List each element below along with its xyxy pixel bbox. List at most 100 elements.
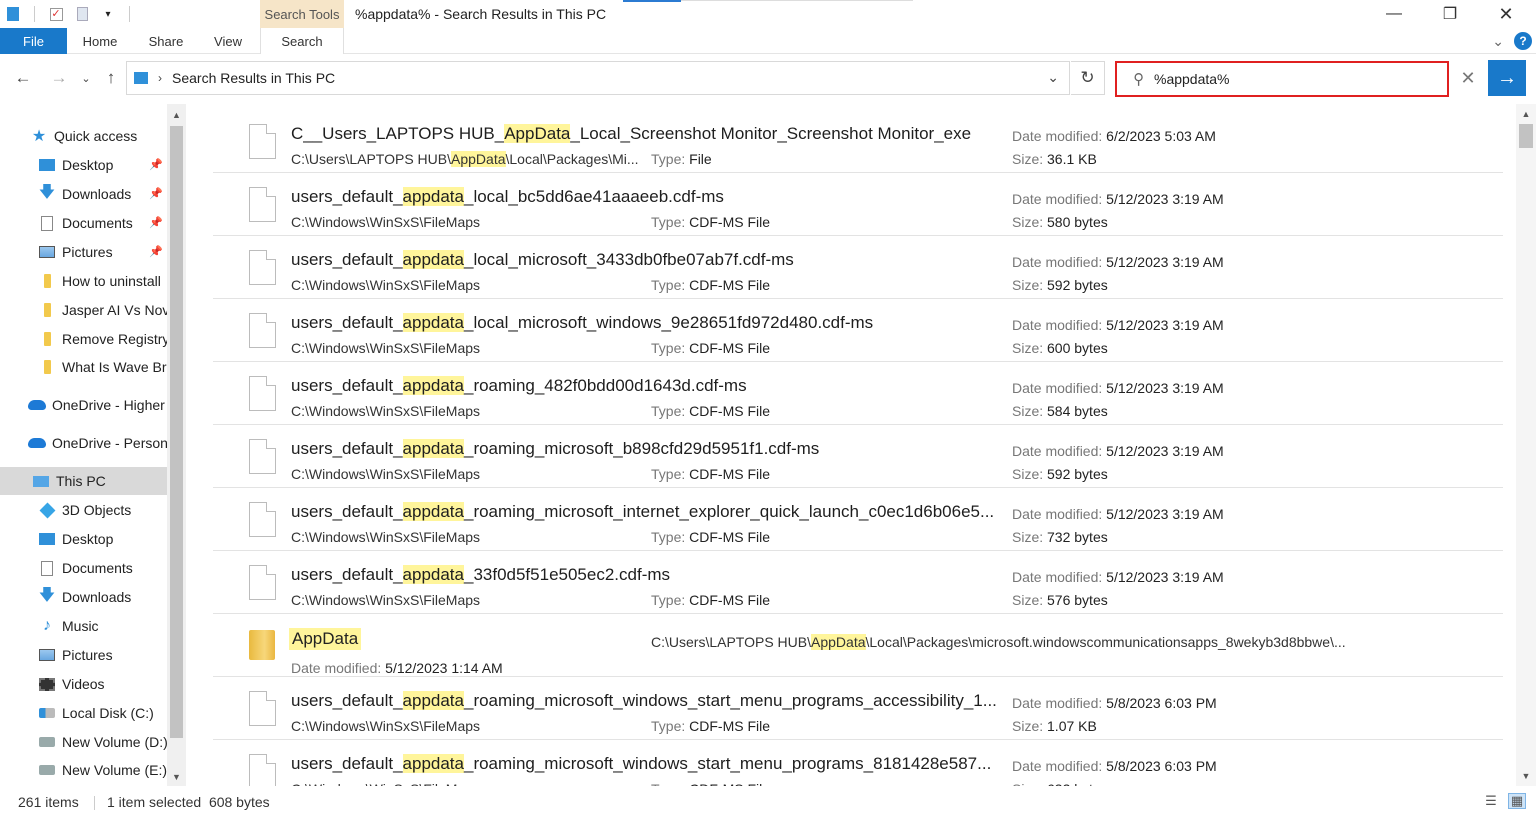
result-date: Date modified: 5/12/2023 3:19 AM [1012,506,1224,522]
file-result-row[interactable]: users_default_appdata_33f0d5f51e505ec2.c… [213,551,1503,614]
results-scroll-thumb[interactable] [1519,124,1533,148]
file-result-row[interactable]: users_default_appdata_local_microsoft_wi… [213,299,1503,362]
name-highlight: appdata [402,313,464,332]
tab-file[interactable]: File [0,28,67,54]
results-scroll-down-icon[interactable]: ▼ [1516,768,1536,784]
file-result-row[interactable]: users_default_appdata_roaming_microsoft_… [213,740,1503,786]
date-value: 5/12/2023 3:19 AM [1106,317,1224,333]
sidebar-item-how-to-uninstall[interactable]: How to uninstall [0,267,167,295]
file-result-row[interactable]: users_default_appdata_roaming_microsoft_… [213,677,1503,740]
sidebar-item-music[interactable]: ♪ Music [0,612,167,640]
tab-search[interactable]: Search [260,28,344,54]
result-date: Date modified: 5/12/2023 3:19 AM [1012,191,1224,207]
recent-locations-button[interactable]: ⌄ [78,66,94,90]
date-label: Date modified: [1012,758,1107,774]
search-go-button[interactable]: → [1488,60,1526,96]
sidebar-item-label: Documents [62,215,133,231]
up-button[interactable]: ↑ [98,66,124,90]
pin-icon[interactable]: 📌 [149,187,163,200]
sidebar-item-pictures[interactable]: Pictures 📌 [0,238,167,266]
sidebar-item-onedrive-higher[interactable]: OneDrive - Higher [0,391,167,419]
path-text: C:\Windows\WinSxS\FileMaps [291,592,481,608]
sidebar-item-label: Quick access [54,128,138,144]
sidebar-item-desktop[interactable]: Desktop 📌 [0,151,167,179]
sidebar-item-volume-d[interactable]: New Volume (D:) [0,728,167,756]
result-date: Date modified: 5/12/2023 3:19 AM [1012,380,1224,396]
result-date: Date modified: 5/8/2023 6:03 PM [1012,758,1217,774]
close-button[interactable]: ✕ [1478,0,1534,28]
forward-button[interactable]: → [46,66,72,90]
file-result-row[interactable]: C__Users_LAPTOPS HUB_AppData_Local_Scree… [213,110,1503,173]
customize-qat-icon[interactable]: ▾ [95,0,121,28]
name-text: _33f0d5f51e505ec2.cdf-ms [463,565,671,584]
tiles-view-icon[interactable]: ▦ [1508,793,1526,809]
sidebar-item-this-pc[interactable]: This PC [0,467,167,495]
file-result-row[interactable]: users_default_appdata_roaming_microsoft_… [213,488,1503,551]
file-icon [249,754,276,786]
sidebar-item-pc-desktop[interactable]: Desktop [0,525,167,553]
sidebar-item-what-is-wave[interactable]: What Is Wave Br [0,353,167,381]
result-path: C:\Windows\WinSxS\FileMaps [291,529,480,545]
name-highlight: appdata [402,439,464,458]
sidebar-item-downloads[interactable]: 🡇 Downloads 📌 [0,180,167,208]
ribbon-collapse-icon[interactable]: ⌄ [1492,33,1504,50]
details-view-icon[interactable]: ☰ [1482,793,1500,809]
new-folder-icon[interactable] [69,0,95,28]
minimize-button[interactable]: — [1366,0,1422,28]
file-result-row[interactable]: users_default_appdata_local_bc5dd6ae41aa… [213,173,1503,236]
address-dropdown-icon[interactable]: ⌄ [1047,69,1059,86]
maximize-button[interactable]: ❐ [1422,0,1478,28]
back-button[interactable]: ← [10,66,36,90]
file-result-row[interactable]: users_default_appdata_roaming_482f0bdd00… [213,362,1503,425]
sidebar-scroll-up-icon[interactable]: ▲ [167,106,186,124]
sidebar-item-volume-e[interactable]: New Volume (E:) [0,756,167,784]
sidebar-item-documents[interactable]: Documents 📌 [0,209,167,237]
clear-search-button[interactable]: ✕ [1455,66,1481,90]
folder-result-row[interactable]: AppData Date modified: 5/12/2023 1:14 AM C… [213,614,1503,677]
path-text: C:\Windows\WinSxS\FileMaps [291,718,481,734]
size-label: Size: [1012,781,1047,786]
result-size: Size: 592 bytes [1012,277,1108,293]
result-path: C:\Windows\WinSxS\FileMaps [291,214,480,230]
sidebar-item-3d-objects[interactable]: 3D Objects [0,496,167,524]
results-scrollbar[interactable]: ▲ ▼ [1516,104,1536,786]
date-label: Date modified: [1012,254,1107,270]
pin-icon[interactable]: 📌 [149,158,163,171]
sidebar-item-pc-pictures[interactable]: Pictures [0,641,167,669]
type-value: CDF-MS File [689,277,771,293]
sidebar-item-jasper-ai[interactable]: Jasper AI Vs Nov [0,296,167,324]
sidebar-scrollbar[interactable]: ▲ ▼ [167,104,186,786]
sidebar-item-videos[interactable]: Videos [0,670,167,698]
sidebar-item-local-disk-c[interactable]: Local Disk (C:) [0,699,167,727]
sidebar-scroll-down-icon[interactable]: ▼ [167,768,186,786]
sidebar-item-onedrive-personal[interactable]: OneDrive - Person [0,429,167,457]
result-path: C:\Windows\WinSxS\FileMaps [291,277,480,293]
breadcrumb-search-results[interactable]: Search Results in This PC [172,70,335,86]
sidebar-item-pc-downloads[interactable]: 🡇 Downloads [0,583,167,611]
tab-view[interactable]: View [204,28,252,54]
tab-home[interactable]: Home [74,28,126,54]
search-icon: ⚲ [1133,71,1144,88]
address-bar[interactable]: › Search Results in This PC ⌄ [126,61,1070,95]
results-scroll-up-icon[interactable]: ▲ [1516,106,1536,122]
date-value: 5/8/2023 6:03 PM [1106,695,1217,711]
file-result-row[interactable]: users_default_appdata_roaming_microsoft_… [213,425,1503,488]
properties-icon[interactable]: ✓ [43,0,69,28]
search-box[interactable]: ⚲ [1115,61,1449,97]
tab-share[interactable]: Share [140,28,192,54]
search-input[interactable] [1154,71,1414,87]
file-result-row[interactable]: users_default_appdata_local_microsoft_34… [213,236,1503,299]
window-title: %appdata% - Search Results in This PC [355,6,607,22]
sidebar-item-quick-access[interactable]: ★ Quick access [0,122,167,150]
help-icon[interactable]: ? [1514,32,1532,50]
sidebar-scroll-thumb[interactable] [170,126,183,738]
breadcrumb-chevron-icon[interactable]: › [158,71,162,85]
refresh-button[interactable]: ↻ [1071,61,1105,95]
folder-icon [38,302,56,318]
sidebar-item-pc-documents[interactable]: Documents [0,554,167,582]
result-name: users_default_appdata_local_microsoft_34… [291,250,794,270]
date-value: 5/12/2023 3:19 AM [1106,254,1224,270]
pin-icon[interactable]: 📌 [149,216,163,229]
sidebar-item-remove-registry[interactable]: Remove Registry [0,325,167,353]
pin-icon[interactable]: 📌 [149,245,163,258]
